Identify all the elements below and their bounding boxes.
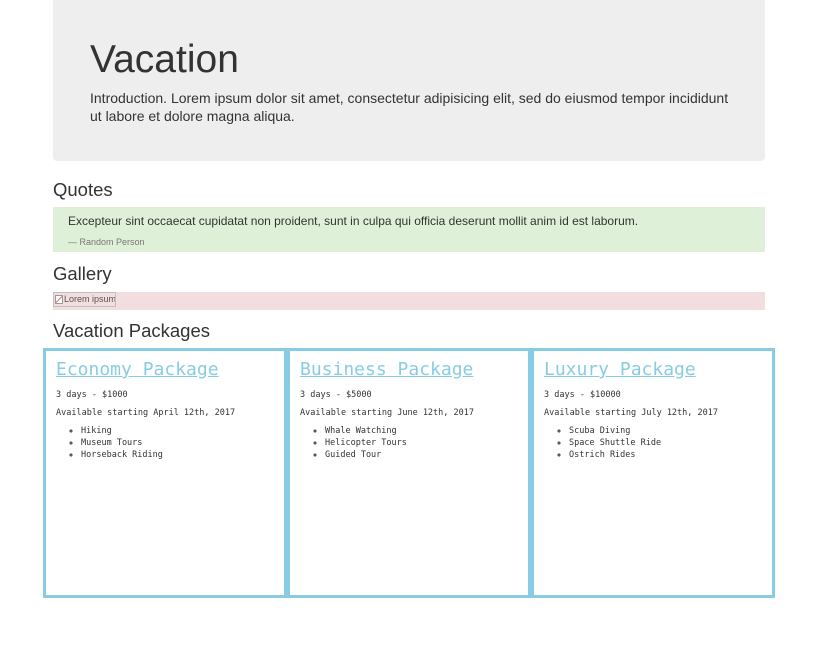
quote-text: Excepteur sint occaecat cupidatat non pr… [68,214,639,228]
activity-item: Helicopter Tours [325,437,518,449]
activity-item: Guided Tour [325,449,518,461]
quotes-heading: Quotes [53,179,113,200]
activity-item: Hiking [81,425,274,437]
gallery-heading: Gallery [53,263,112,284]
page: Vacation Introduction. Lorem ipsum dolor… [0,0,825,649]
quote-block: Excepteur sint occaecat cupidatat non pr… [53,207,765,252]
activity-list: Scuba Diving Space Shuttle Ride Ostrich … [544,425,762,461]
activity-item: Whale Watching [325,425,518,437]
package-card-economy: Economy Package 3 days - $1000 Available… [43,348,287,598]
package-availability: Available starting April 12th, 2017 [56,408,236,418]
activity-list: Whale Watching Helicopter Tours Guided T… [300,425,518,461]
gallery: Lorem ipsum [53,292,765,310]
package-title-link[interactable]: Luxury Package [544,359,696,381]
activity-item: Space Shuttle Ride [569,437,762,449]
package-availability: Available starting June 12th, 2017 [300,408,474,418]
package-summary: 3 days - $10000 [544,390,621,400]
activity-item: Museum Tours [81,437,274,449]
package-card-business: Business Package 3 days - $5000 Availabl… [287,348,531,598]
activity-item: Ostrich Rides [569,449,762,461]
intro-text: Introduction. Lorem ipsum dolor sit amet… [90,90,729,124]
package-summary: 3 days - $5000 [300,390,372,400]
activity-list: Hiking Museum Tours Horseback Riding [56,425,274,461]
page-title: Vacation [90,38,239,81]
package-card-luxury: Luxury Package 3 days - $10000 Available… [531,348,775,598]
activity-item: Scuba Diving [569,425,762,437]
quote-author: — Random Person [68,237,145,247]
gallery-image-alt: Lorem ipsum [64,294,116,304]
package-summary: 3 days - $1000 [56,390,128,400]
gallery-image: Lorem ipsum [53,292,116,307]
jumbotron: Vacation Introduction. Lorem ipsum dolor… [53,0,765,161]
broken-image-icon [55,295,63,304]
package-title-link[interactable]: Economy Package [56,359,219,381]
packages-heading: Vacation Packages [53,320,211,341]
packages-list: Economy Package 3 days - $1000 Available… [43,348,775,598]
activity-item: Horseback Riding [81,449,274,461]
package-title-link[interactable]: Business Package [300,359,473,381]
package-availability: Available starting July 12th, 2017 [544,408,718,418]
